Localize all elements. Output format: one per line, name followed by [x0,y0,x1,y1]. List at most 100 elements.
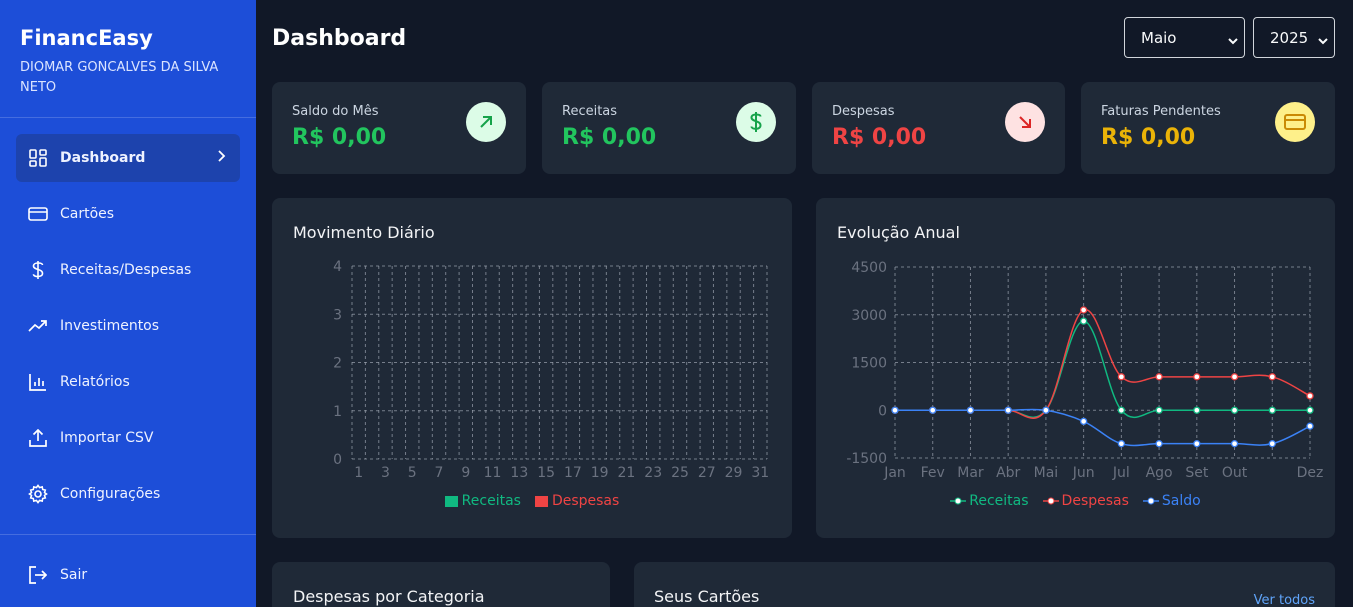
x-tick-label: Jun [1072,465,1095,481]
legend-item-despesas[interactable]: Despesas [1042,493,1129,509]
x-tick-label: 21 [618,465,636,481]
x-tick-label: 1 [354,465,363,481]
annual-chart-panel: Evolução Anual -1500 0 1500 3000 4500 Jan Fev M… [816,198,1335,538]
y-tick-label: 0 [878,403,887,419]
y-tick-label: 4 [333,259,342,275]
cards-panel: Seus Cartões Ver todos [634,562,1335,607]
year-select-value: 2025 [1270,28,1309,47]
data-point-saldo [891,406,899,414]
x-tick-label: Jul [1112,465,1130,481]
stat-value: R$ 0,00 [292,125,387,150]
stat-value: R$ 0,00 [562,125,657,150]
logout-button[interactable]: Sair [16,551,240,599]
chevron-down-icon [1318,32,1328,50]
x-tick-label: Mai [1034,465,1059,481]
data-point-saldo [1117,440,1126,448]
data-point-receitas [1268,406,1276,414]
y-tick-label: 3000 [851,308,887,324]
data-point-saldo [1155,440,1163,448]
data-point-despesas [1079,306,1088,314]
data-point-saldo [1042,406,1050,414]
data-point-saldo [1193,440,1201,448]
data-point-receitas [1079,317,1088,325]
data-point-despesas [1155,373,1163,381]
arrow-up-right-icon [466,102,506,142]
dashboard-icon [28,148,48,168]
category-panel: Despesas por Categoria [272,562,610,607]
legend-item-receitas[interactable]: Receitas [444,493,521,509]
nav-item-label: Importar CSV [60,430,154,446]
x-tick-label: 9 [461,465,470,481]
sidebar: FinancEasy DIOMAR GONCALVES DA SILVA NET… [0,0,256,607]
year-select[interactable]: 2025 [1253,17,1335,58]
nav-item-configuracoes[interactable]: Configurações [16,470,240,518]
logout-label: Sair [60,567,88,583]
x-tick-label: 17 [564,465,582,481]
data-point-receitas [1230,406,1239,414]
data-point-saldo [1004,406,1012,414]
nav-item-dashboard[interactable]: Dashboard [16,134,240,182]
stat-card-despesas: Despesas R$ 0,00 [812,82,1065,174]
stat-card-faturas: Faturas Pendentes R$ 0,00 [1081,82,1335,174]
legend-item-receitas[interactable]: Receitas [950,493,1029,509]
series-line-saldo [894,408,1311,447]
x-tick-label: Dez [1297,465,1324,481]
x-tick-label: Out [1222,465,1248,481]
gear-icon [28,484,48,504]
x-tick-label: Ago [1146,465,1173,481]
nav-item-label: Receitas/Despesas [60,262,192,278]
dollar-icon [736,102,776,142]
y-tick-label: 4500 [851,260,887,276]
nav-item-label: Relatórios [60,374,130,390]
x-tick-label: Jan [883,465,906,481]
data-point-despesas [1268,373,1276,381]
logout-icon [28,565,48,585]
legend-item-despesas[interactable]: Despesas [534,493,619,509]
y-tick-label: 1500 [851,356,887,372]
stat-card-receitas: Receitas R$ 0,00 [542,82,796,174]
data-point-saldo [1268,440,1276,448]
chart-legend: Receitas Despesas Saldo [816,493,1335,509]
month-select[interactable]: Maio [1124,17,1245,58]
data-point-saldo [929,406,937,414]
credit-card-icon [1275,102,1315,142]
data-point-saldo [1079,417,1088,426]
data-point-despesas [1306,392,1314,400]
legend-item-saldo[interactable]: Saldo [1142,493,1201,509]
nav-item-importar-csv[interactable]: Importar CSV [16,414,240,462]
daily-chart-panel: Movimento Diário 0 1 2 3 4 1 3 5 7 9 11 13 15 17 19 21 2… [272,198,792,538]
x-tick-label: 15 [537,465,555,481]
sidebar-divider [0,534,256,535]
data-point-receitas [1193,406,1201,414]
data-point-receitas [1306,406,1314,414]
x-tick-label: 11 [484,465,502,481]
data-point-despesas [1230,373,1239,381]
series-line-despesas [894,309,1311,419]
view-all-link[interactable]: Ver todos [1254,593,1315,607]
nav-item-label: Cartões [60,206,115,222]
panel-title: Despesas por Categoria [293,587,485,606]
annual-chart: -1500 0 1500 3000 4500 Jan Fev Mar Abr Mai Jun Jul A… [846,260,1324,481]
stat-label: Despesas [832,104,895,119]
arrow-down-right-icon [1005,102,1045,142]
x-tick-label: Set [1185,465,1209,481]
dollar-icon [28,260,48,280]
x-tick-label: 5 [408,465,417,481]
data-point-despesas [1117,373,1126,381]
x-tick-label: Mar [957,465,984,481]
x-tick-label: 13 [510,465,528,481]
x-tick-label: 25 [671,465,689,481]
data-point-receitas [1155,406,1163,414]
nav-item-cartoes[interactable]: Cartões [16,190,240,238]
y-tick-label: 2 [333,356,342,372]
nav-item-relatorios[interactable]: Relatórios [16,358,240,406]
nav-item-receitas-despesas[interactable]: Receitas/Despesas [16,246,240,294]
trending-up-icon [28,316,48,336]
x-tick-label: Fev [921,465,945,481]
data-point-receitas [1117,406,1126,414]
nav-item-label: Configurações [60,486,161,502]
panel-title: Seus Cartões [654,587,760,606]
page-title: Dashboard [272,26,407,51]
x-tick-label: Abr [996,465,1020,481]
nav-item-investimentos[interactable]: Investimentos [16,302,240,350]
